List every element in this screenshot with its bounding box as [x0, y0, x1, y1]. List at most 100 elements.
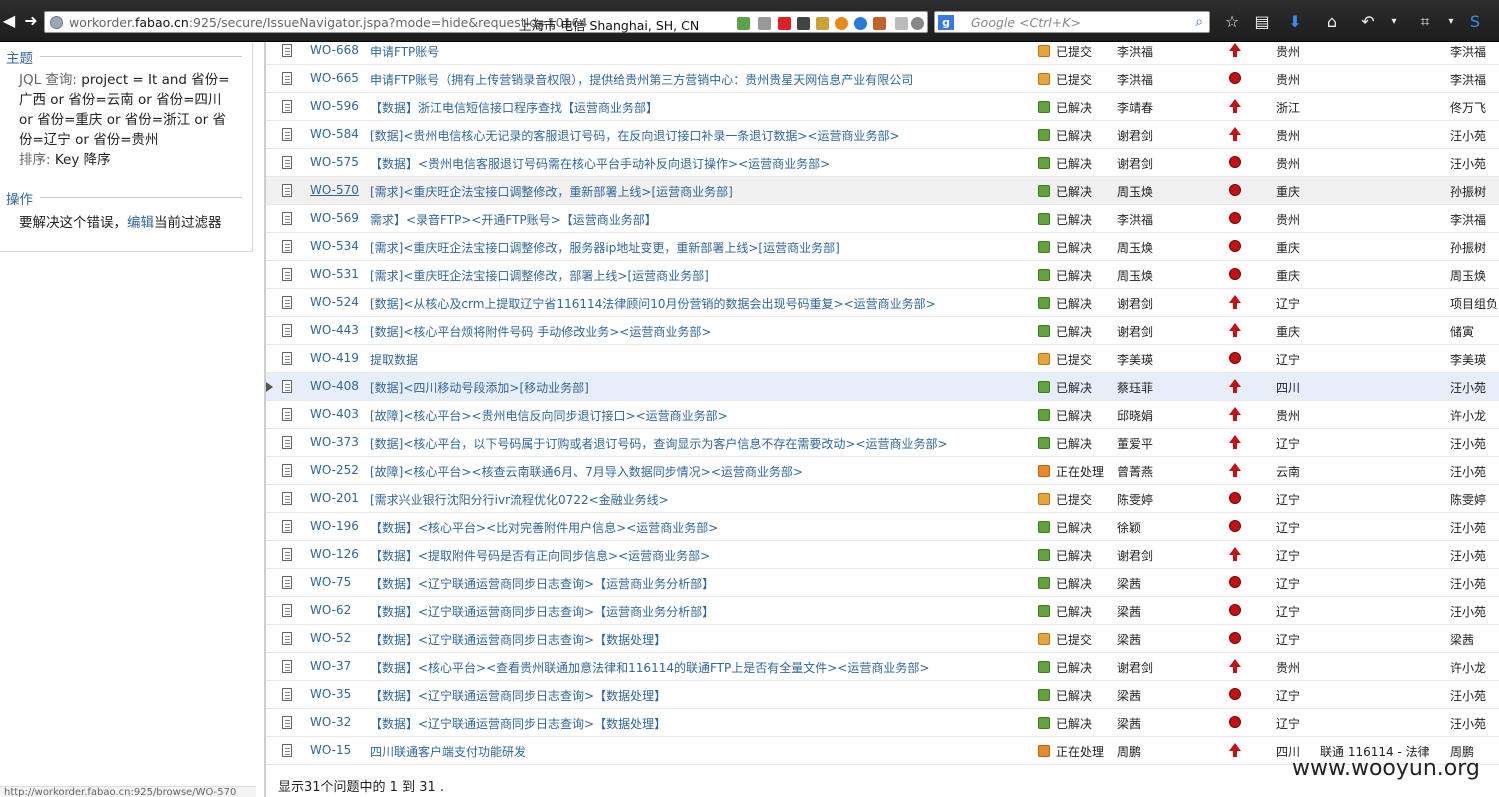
java-icon[interactable] [873, 17, 886, 30]
issue-key-link[interactable]: WO-62 [310, 603, 351, 617]
back-icon[interactable]: ◀ [0, 11, 18, 31]
issue-key-link[interactable]: WO-524 [310, 295, 359, 309]
addon-icon[interactable]: S [1464, 11, 1486, 33]
issue-key-link[interactable]: WO-196 [310, 519, 359, 533]
issue-key-link[interactable]: WO-668 [310, 43, 359, 57]
table-row[interactable]: WO-524 [数据]<从核心及crm上提取辽宁省116114法律顾问10月份营销… [266, 289, 1499, 317]
search-icon[interactable]: ⌕ [1195, 14, 1203, 30]
table-row[interactable]: WO-596 【数据】浙江电信短信接口程序查找【运营商业务部】 已解决 李靖春 浙江 佟万… [266, 93, 1499, 121]
table-row[interactable]: WO-668 申请FTP账号 已提交 李洪福 贵州 李洪福 [266, 37, 1499, 65]
flag-icon[interactable] [778, 17, 791, 30]
table-row[interactable]: WO-408 [数据]<四川移动号段添加>[移动业务部] 已解决 蔡珏菲 四川 汪小苑 [266, 373, 1499, 401]
table-row[interactable]: WO-419 提取数据 已提交 李美瑛 辽宁 李美瑛 [266, 345, 1499, 373]
reload-icon[interactable] [911, 17, 924, 30]
issue-summary-link[interactable]: [故障]<核心平台><贵州电信反向同步退订接口><运营商业务部> [370, 407, 728, 424]
issue-summary-link[interactable]: 【数据】<核心平台><查看贵州联通加意法律和116114的联通FTP上是否有全量… [370, 659, 929, 676]
issue-key-link[interactable]: WO-52 [310, 631, 351, 645]
issue-key-link[interactable]: WO-37 [310, 659, 351, 673]
issue-summary-link[interactable]: [需求]<重庆旺企法宝接口调整修改，部署上线>[运营商业务部] [370, 267, 709, 284]
issue-key-link[interactable]: WO-570 [310, 183, 359, 197]
issue-summary-link[interactable]: 四川联通客户端支付功能研发 [370, 743, 526, 760]
issue-key-link[interactable]: WO-569 [310, 211, 359, 225]
table-row[interactable]: WO-37 【数据】<核心平台><查看贵州联通加意法律和116114的联通FTP上… [266, 653, 1499, 681]
edit-filter-link[interactable]: 编辑 [127, 215, 154, 231]
issue-key-link[interactable]: WO-419 [310, 351, 359, 365]
table-row[interactable]: WO-443 [数据]<核心平台烦将附件号码 手动修改业务><运营商业务部> 已解决… [266, 317, 1499, 345]
table-row[interactable]: WO-531 [需求]<重庆旺企法宝接口调整修改，部署上线>[运营商业务部] 已解决… [266, 261, 1499, 289]
issue-summary-link[interactable]: [需求]<重庆旺企法宝接口调整修改，服务器ip地址变更，重新部署上线>[运营商业… [370, 239, 840, 256]
issue-summary-link[interactable]: 申请FTP账号 [370, 43, 439, 60]
table-row[interactable]: WO-575 【数据】<贵州电信客服退订号码需在核心平台手动补反向退订操作><运营… [266, 149, 1499, 177]
issue-key-link[interactable]: WO-75 [310, 575, 351, 589]
issue-summary-link[interactable]: 【数据】<辽宁联通运营商同步日志查询>【数据处理】 [370, 715, 666, 732]
issue-summary-link[interactable]: 提取数据 [370, 351, 418, 368]
table-row[interactable]: WO-201 [需求兴业银行沈阳分行ivr流程优化0722<金融业务线> 已提交 陈雯… [266, 485, 1499, 513]
issue-key-link[interactable]: WO-534 [310, 239, 359, 253]
chevron-down-icon[interactable]: ▾ [1383, 11, 1405, 33]
issue-summary-link[interactable]: 【数据】<辽宁联通运营商同步日志查询>【数据处理】 [370, 631, 666, 648]
issue-summary-link[interactable]: [需求兴业银行沈阳分行ivr流程优化0722<金融业务线> [370, 491, 669, 508]
issue-key-link[interactable]: WO-443 [310, 323, 359, 337]
issue-key-link[interactable]: WO-596 [310, 99, 359, 113]
forward-icon[interactable]: ➜ [22, 11, 40, 31]
issue-summary-link[interactable]: 【数据】<核心平台><比对完善附件用户信息><运营商业务部> [370, 519, 718, 536]
shield-icon[interactable] [737, 17, 750, 30]
crop-icon[interactable]: ⌗ [1414, 11, 1436, 33]
issue-summary-link[interactable]: [数据]<核心平台，以下号码属于订购或者退订号码，查询显示为客户信息不存在需要改… [370, 435, 948, 452]
extension-icon-4[interactable] [854, 17, 867, 30]
table-row[interactable]: WO-62 【数据】<辽宁联通运营商同步日志查询>【运营商业务分析部】 已解决 梁茜 辽… [266, 597, 1499, 625]
issue-summary-link[interactable]: 【数据】<贵州电信客服退订号码需在核心平台手动补反向退订操作><运营商业务部> [370, 155, 830, 172]
issue-key-link[interactable]: WO-126 [310, 547, 359, 561]
bookmark-star-icon[interactable]: ☆ [1221, 11, 1243, 33]
issue-key-link[interactable]: WO-15 [310, 743, 351, 757]
issue-key-link[interactable]: WO-373 [310, 435, 359, 449]
issue-key-link[interactable]: WO-201 [310, 491, 359, 505]
issue-summary-link[interactable]: [故障]<核心平台><核查云南联通6月、7月导入数据同步情况><运营商业务部> [370, 463, 803, 480]
extension-icon-3[interactable] [835, 17, 848, 30]
issue-summary-link[interactable]: 【数据】<辽宁联通运营商同步日志查询>【运营商业务分析部】 [370, 603, 714, 620]
issue-summary-link[interactable]: [数据]<核心平台烦将附件号码 手动修改业务><运营商业务部> [370, 323, 711, 340]
issue-summary-link[interactable]: 【数据】浙江电信短信接口程序查找【运营商业务部】 [370, 99, 658, 116]
issue-summary-link[interactable]: [数据]<贵州电信核心无记录的客服退订号码，在反向退订接口补录一条退订数据><运… [370, 127, 900, 144]
table-row[interactable]: WO-75 【数据】<辽宁联通运营商同步日志查询>【运营商业务分析部】 已解决 梁茜 辽… [266, 569, 1499, 597]
issue-summary-link[interactable]: 【数据】<提取附件号码是否有正向同步信息><运营商业务部> [370, 547, 710, 564]
issue-summary-link[interactable]: 申请FTP账号（拥有上传营销录音权限），提供给贵州第三方营销中心：贵州贵星天网信… [370, 71, 913, 88]
issue-key-link[interactable]: WO-403 [310, 407, 359, 421]
table-row[interactable]: WO-570 [需求]<重庆旺企法宝接口调整修改，重新部署上线>[运营商业务部] 已… [266, 177, 1499, 205]
issue-summary-link[interactable]: 【数据】<辽宁联通运营商同步日志查询>【运营商业务分析部】 [370, 575, 714, 592]
search-box[interactable]: g Google <Ctrl+K> ⌕ [934, 11, 1210, 33]
dropdown-icon[interactable] [895, 17, 908, 30]
table-row[interactable]: WO-196 【数据】<核心平台><比对完善附件用户信息><运营商业务部> 已解决 徐… [266, 513, 1499, 541]
home-icon[interactable]: ⌂ [1321, 11, 1343, 33]
issue-summary-link[interactable]: [数据]<从核心及crm上提取辽宁省116114法律顾问10月份营销的数据会出现… [370, 295, 936, 312]
table-row[interactable]: WO-403 [故障]<核心平台><贵州电信反向同步退订接口><运营商业务部> 已解… [266, 401, 1499, 429]
issue-summary-link[interactable]: [数据]<四川移动号段添加>[移动业务部] [370, 379, 589, 396]
table-row[interactable]: WO-584 [数据]<贵州电信核心无记录的客服退订号码，在反向退订接口补录一条退… [266, 121, 1499, 149]
table-row[interactable]: WO-32 【数据】<辽宁联通运营商同步日志查询>【数据处理】 已解决 梁茜 辽宁 汪小苑 [266, 709, 1499, 737]
table-row[interactable]: WO-126 【数据】<提取附件号码是否有正向同步信息><运营商业务部> 已解决 谢君… [266, 541, 1499, 569]
qr-icon[interactable] [758, 17, 771, 30]
issue-key-link[interactable]: WO-32 [310, 715, 351, 729]
download-icon[interactable]: ⬇ [1284, 11, 1306, 33]
table-row[interactable]: WO-373 [数据]<核心平台，以下号码属于订购或者退订号码，查询显示为客户信息… [266, 429, 1499, 457]
table-row[interactable]: WO-52 【数据】<辽宁联通运营商同步日志查询>【数据处理】 已提交 梁茜 辽宁 梁茜 [266, 625, 1499, 653]
table-row[interactable]: WO-35 【数据】<辽宁联通运营商同步日志查询>【数据处理】 已解决 梁茜 辽宁 汪小苑 [266, 681, 1499, 709]
issue-key-link[interactable]: WO-35 [310, 687, 351, 701]
issue-key-link[interactable]: WO-252 [310, 463, 359, 477]
extension-icon-2[interactable] [816, 17, 829, 30]
address-bar[interactable]: workorder.fabao.cn:925/secure/IssueNavig… [44, 11, 928, 33]
reading-list-icon[interactable]: ▤ [1251, 11, 1273, 33]
extension-icon[interactable] [797, 17, 810, 30]
issue-key-link[interactable]: WO-665 [310, 71, 359, 85]
table-row[interactable]: WO-665 申请FTP账号（拥有上传营销录音权限），提供给贵州第三方营销中心：贵… [266, 65, 1499, 93]
issue-summary-link[interactable]: 【数据】<辽宁联通运营商同步日志查询>【数据处理】 [370, 687, 666, 704]
issue-summary-link[interactable]: [需求]<重庆旺企法宝接口调整修改，重新部署上线>[运营商业务部] [370, 183, 733, 200]
issue-summary-link[interactable]: 需求】<录音FTP><开通FTP账号>【运营商业务部】 [370, 211, 657, 228]
issue-key-link[interactable]: WO-575 [310, 155, 359, 169]
table-row[interactable]: WO-569 需求】<录音FTP><开通FTP账号>【运营商业务部】 已解决 李洪福 贵… [266, 205, 1499, 233]
table-row[interactable]: WO-252 [故障]<核心平台><核查云南联通6月、7月导入数据同步情况><运营… [266, 457, 1499, 485]
issue-key-link[interactable]: WO-531 [310, 267, 359, 281]
undo-icon[interactable]: ↶ [1357, 11, 1379, 33]
chevron-down-icon-2[interactable]: ▾ [1440, 11, 1462, 33]
table-row[interactable]: WO-534 [需求]<重庆旺企法宝接口调整修改，服务器ip地址变更，重新部署上线… [266, 233, 1499, 261]
